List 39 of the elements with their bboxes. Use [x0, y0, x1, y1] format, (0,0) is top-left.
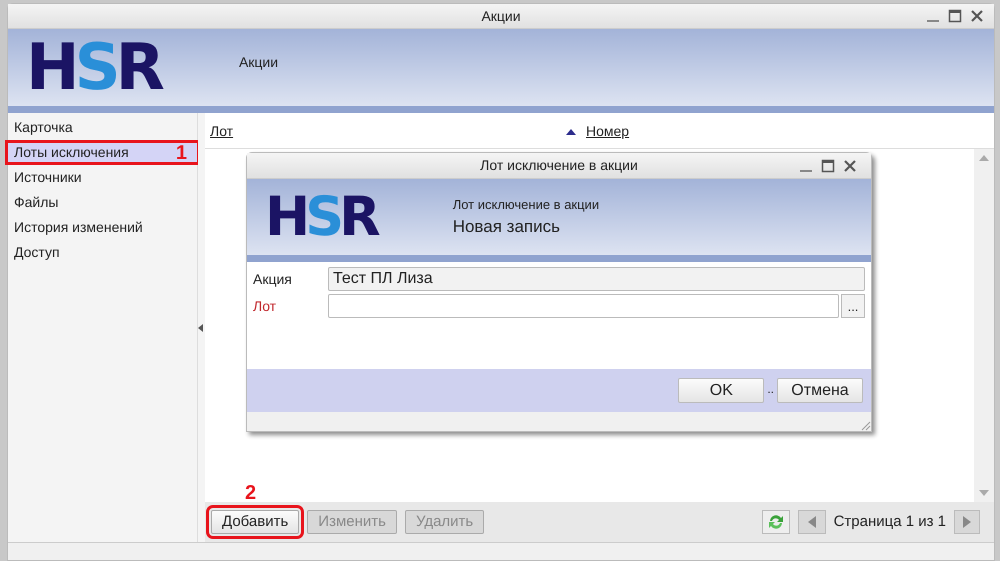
close-icon[interactable]	[970, 9, 984, 23]
field-label: Акция	[253, 270, 293, 289]
dialog-button[interactable]: OK	[678, 378, 764, 403]
annotation-number: 2	[245, 482, 256, 504]
dialog-button[interactable]: Отмена	[777, 378, 863, 403]
sidebar-item[interactable]: Карточка	[8, 115, 197, 140]
left-triangle-icon	[808, 516, 816, 528]
annotation-number: 1	[176, 142, 187, 162]
collapse-arrow-icon[interactable]	[198, 324, 203, 332]
next-page-button[interactable]	[954, 510, 980, 534]
column-header[interactable]: Лот	[210, 121, 234, 142]
maximize-icon[interactable]	[821, 159, 835, 173]
dialog-heading: Новая запись	[452, 216, 561, 238]
header-title: Акции	[238, 53, 278, 72]
hsr-logo: HSR	[26, 36, 166, 100]
column-header[interactable]: Номер	[586, 121, 630, 142]
window-title: Акции	[481, 6, 521, 26]
browse-button[interactable]: ...	[841, 294, 865, 318]
dialog-title: Лот исключение в акции	[480, 156, 638, 175]
sidebar-item[interactable]: Лоты исключения 1	[5, 140, 200, 165]
right-triangle-icon	[963, 516, 971, 528]
sidebar-item[interactable]: История изменений	[8, 215, 197, 240]
scroll-down-icon[interactable]	[979, 490, 989, 496]
maximize-icon[interactable]	[948, 9, 962, 23]
button-separator: ..	[767, 381, 774, 398]
dialog-subtitle: Лот исключение в акции	[452, 196, 600, 214]
refresh-icon	[766, 514, 785, 530]
page-indicator: Страница 1 из 1	[834, 512, 946, 532]
resize-grip-icon[interactable]	[859, 419, 871, 431]
sidebar-item[interactable]: Источники	[8, 165, 197, 190]
action-field: Тест ПЛ Лиза	[328, 267, 865, 291]
field-label: Лот	[253, 296, 278, 316]
previous-page-button[interactable]	[798, 510, 826, 534]
scroll-up-icon[interactable]	[979, 155, 989, 161]
sidebar-item[interactable]: Доступ	[8, 240, 197, 265]
refresh-button[interactable]	[762, 510, 790, 534]
close-icon[interactable]	[843, 159, 857, 173]
hsr-logo: HSR	[265, 190, 382, 244]
sidebar-item[interactable]: Файлы	[8, 190, 197, 215]
